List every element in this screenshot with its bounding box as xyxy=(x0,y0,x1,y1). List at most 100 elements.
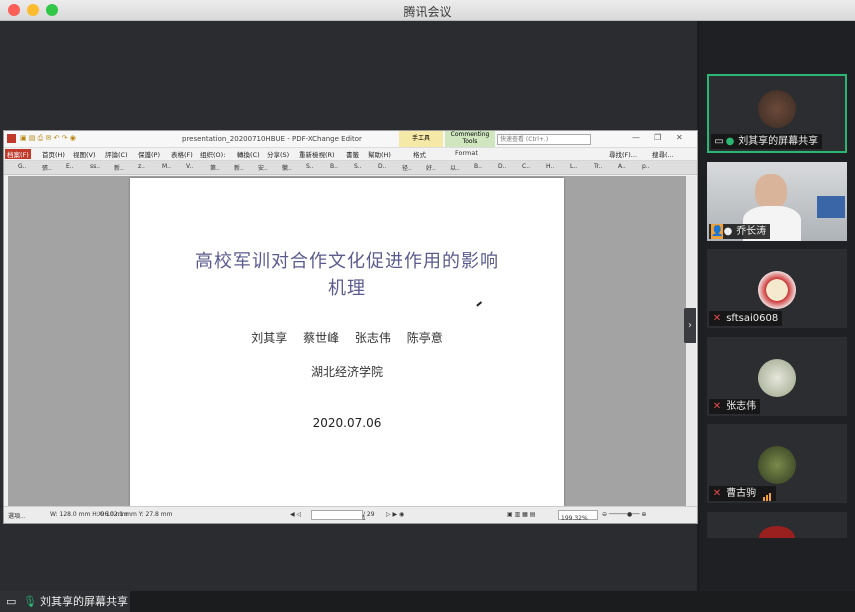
screen-share-icon: ▭ xyxy=(714,136,724,147)
menu-help[interactable]: 幫助(H) xyxy=(368,149,391,159)
pdf-menubar: 档案(F) 首页(H) 视图(V) 評論(C) 保護(P) 表格(F) 组织(O… xyxy=(4,148,697,161)
doc-tab[interactable]: 好.. xyxy=(426,163,436,172)
doc-tab[interactable]: G.. xyxy=(18,163,26,170)
minimize-icon[interactable]: — xyxy=(632,133,640,142)
doc-tab[interactable]: C.. xyxy=(522,163,530,170)
doc-tab[interactable]: 径.. xyxy=(402,163,412,172)
menu-forms[interactable]: 表格(F) xyxy=(171,149,193,159)
muted-mic-icon: ✕ xyxy=(712,488,722,499)
ribbon-tab-hand-tool[interactable]: 手工具 xyxy=(399,131,443,147)
mic-on-icon: ● xyxy=(725,136,735,147)
doc-tab[interactable]: 以.. xyxy=(450,163,460,172)
person-icon: 👤 xyxy=(711,224,724,239)
menu-home[interactable]: 首页(H) xyxy=(42,149,65,159)
doc-tab[interactable]: L.. xyxy=(570,163,577,170)
face xyxy=(755,174,787,210)
slide-title-line-2: 机理 xyxy=(328,278,366,299)
app-title: 腾讯会议 xyxy=(403,5,452,19)
close-icon[interactable]: ✕ xyxy=(676,133,683,142)
doc-tab[interactable]: 第.. xyxy=(210,163,220,172)
doc-tab[interactable]: E.. xyxy=(66,163,74,170)
cursor-coordinates: X: 102.1 mm Y: 27.8 mm xyxy=(98,511,173,518)
participant-sidebar: ▭ ● 刘其享的屏幕共享 👤● 乔长涛 ✕ sftsai0608 ✕ 张志伟 ✕ … xyxy=(700,21,855,591)
menu-find[interactable]: 尋找(F)... xyxy=(609,149,637,159)
menu-share[interactable]: 分享(S) xyxy=(267,149,289,159)
doc-tab[interactable]: A.. xyxy=(618,163,626,170)
doc-tab[interactable]: ss.. xyxy=(90,163,100,170)
menu-protect[interactable]: 保護(P) xyxy=(138,149,160,159)
menu-review[interactable]: 重新檢視(R) xyxy=(299,149,335,159)
collapse-sidebar-button[interactable]: › xyxy=(684,308,696,343)
mic-on-icon: 🎙 xyxy=(23,595,37,608)
shared-screen-stage: ▣ ▤ ⎙ ✉ ↶ ↷ ◉ presentation_20200710HBUE … xyxy=(0,21,698,612)
participant-label: ▭ ● 刘其享的屏幕共享 xyxy=(711,134,823,149)
muted-mic-icon: ✕ xyxy=(712,313,722,324)
doc-tab[interactable]: 安.. xyxy=(258,163,268,172)
page-number-input[interactable]: 1 xyxy=(311,510,366,522)
muted-mic-icon: ✕ xyxy=(712,401,722,412)
slide-date: 2020.07.06 xyxy=(312,416,382,430)
screen-share-icon: ▭ xyxy=(6,595,17,608)
doc-tab[interactable]: S.. xyxy=(354,163,362,170)
restore-icon[interactable]: ❐ xyxy=(654,133,661,142)
page-nav-next-icons[interactable]: ▷ ▶ ◉ xyxy=(386,511,404,518)
doc-tab[interactable]: M.. xyxy=(162,163,171,170)
doc-tab[interactable]: 新.. xyxy=(234,163,244,172)
menu-view[interactable]: 视图(V) xyxy=(73,149,96,159)
avatar xyxy=(758,90,796,128)
pdf-page: 高校军训对合作文化促进作用的影响 机理 刘其享 蔡世峰 张志伟 陈亭意 湖北经济… xyxy=(130,178,564,506)
doc-tab[interactable]: H.. xyxy=(546,163,554,170)
participant-tile-cao-guju[interactable]: ✕ 曹古驹 xyxy=(707,424,847,503)
doc-tab[interactable]: D.. xyxy=(498,163,506,170)
doc-tab[interactable]: D.. xyxy=(378,163,386,170)
pdf-statusbar: 選項... W: 128.0 mm H: 96.0 mm X: 102.1 mm… xyxy=(4,506,697,523)
participant-label: ✕ 曹古驹 xyxy=(709,486,777,501)
doc-tab[interactable]: V.. xyxy=(186,163,193,170)
doc-tab[interactable]: z.. xyxy=(138,163,145,170)
quick-search-input[interactable]: 快速查看 (Ctrl+.) xyxy=(497,134,591,145)
page-total: / 29 xyxy=(363,511,375,518)
zoom-slider[interactable]: ⊖ ─────●── ⊕ xyxy=(602,511,646,518)
pdf-titlebar: ▣ ▤ ⎙ ✉ ↶ ↷ ◉ presentation_20200710HBUE … xyxy=(4,131,697,148)
mic-icon: ● xyxy=(723,226,733,237)
avatar xyxy=(759,526,795,538)
zoom-level-select[interactable]: 199.32% xyxy=(558,510,598,522)
menu-search[interactable]: 搜尋(... xyxy=(652,149,674,159)
app-logo-icon xyxy=(7,134,16,143)
doc-tab[interactable]: B.. xyxy=(474,163,482,170)
doc-tab[interactable]: S.. xyxy=(306,163,314,170)
page-nav-icons[interactable]: ◀ ◁ xyxy=(290,511,301,518)
menu-bookmarks[interactable]: 書籤 xyxy=(346,149,359,159)
slide-authors: 刘其享 蔡世峰 张志伟 陈亭意 xyxy=(251,331,443,345)
doc-tab[interactable]: 新.. xyxy=(114,163,124,172)
avatar xyxy=(758,446,796,484)
quick-toolbar-icons[interactable]: ▣ ▤ ⎙ ✉ ↶ ↷ ◉ xyxy=(20,134,76,143)
participant-tile-partial[interactable] xyxy=(707,512,847,538)
menu-comment[interactable]: 評論(C) xyxy=(105,149,128,159)
screen-share-label: ▭ 🎙 刘其享的屏幕共享 xyxy=(0,591,130,612)
slide-title: 高校军训对合作文化促进作用的影响 机理 xyxy=(130,248,564,302)
slide-title-line-1: 高校军训对合作文化促进作用的影响 xyxy=(195,251,499,272)
window-titlebar: 腾讯会议 xyxy=(0,0,855,21)
participant-label: 👤● 乔长涛 xyxy=(709,224,771,239)
menu-organize[interactable]: 组织(O): xyxy=(200,149,225,159)
doc-tab[interactable]: 張.. xyxy=(42,163,52,172)
view-mode-icons[interactable]: ▣ ▥ ▦ ▤ xyxy=(507,511,535,518)
doc-tab[interactable]: 徽.. xyxy=(282,163,292,172)
participant-tile-sftsai0608[interactable]: ✕ sftsai0608 xyxy=(707,249,847,328)
participant-tile-zhang-zhiwei[interactable]: ✕ 张志伟 xyxy=(707,337,847,416)
participant-tile-screen-share[interactable]: ▭ ● 刘其享的屏幕共享 xyxy=(707,74,847,153)
ribbon-tab-commenting-tools[interactable]: Commenting Tools xyxy=(445,131,495,147)
avatar xyxy=(758,271,796,309)
doc-tab[interactable]: Tr.. xyxy=(594,163,603,170)
pdf-editor-window: ▣ ▤ ⎙ ✉ ↶ ↷ ◉ presentation_20200710HBUE … xyxy=(3,130,698,524)
pdf-window-title: presentation_20200710HBUE - PDF-XChange … xyxy=(182,135,362,143)
speaking-indicator-icon xyxy=(763,486,772,501)
doc-tab[interactable]: B.. xyxy=(330,163,338,170)
menu-convert[interactable]: 轉換(C) xyxy=(237,149,260,159)
options-button[interactable]: 選項... xyxy=(8,511,26,520)
menu-file[interactable]: 档案(F) xyxy=(5,149,31,159)
doc-tab[interactable]: p.. xyxy=(642,163,650,170)
participant-tile-video[interactable]: 👤● 乔长涛 xyxy=(707,162,847,241)
participant-label: ✕ sftsai0608 xyxy=(709,311,783,326)
